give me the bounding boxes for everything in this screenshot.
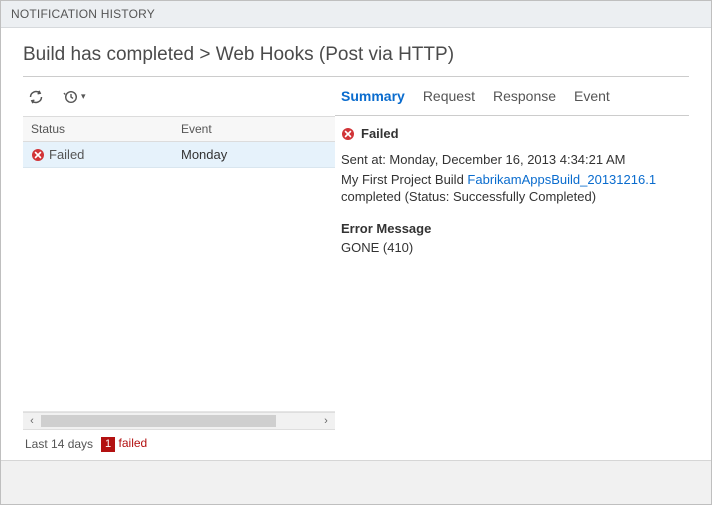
tab-response[interactable]: Response	[493, 80, 556, 112]
horizontal-scrollbar[interactable]: ‹ ›	[23, 412, 335, 430]
history-range-dropdown[interactable]: ▾	[63, 89, 86, 105]
error-icon	[31, 148, 45, 162]
chevron-down-icon: ▾	[81, 91, 86, 102]
build-line: My First Project Build FabrikamAppsBuild…	[341, 171, 683, 206]
window-footer-strip	[1, 460, 711, 504]
detail-tabs: Summary Request Response Event	[335, 76, 689, 116]
refresh-icon[interactable]	[27, 88, 45, 106]
build-link[interactable]: FabrikamAppsBuild_20131216.1	[467, 172, 656, 187]
scroll-thumb[interactable]	[41, 415, 276, 427]
build-prefix: My First Project Build	[341, 172, 467, 187]
grid-header: Status Event	[23, 116, 335, 142]
column-header-event[interactable]: Event	[173, 117, 335, 141]
error-body: GONE (410)	[341, 239, 683, 257]
tab-event[interactable]: Event	[574, 80, 610, 112]
summary-panel: Failed Sent at: Monday, December 16, 201…	[335, 116, 689, 269]
scroll-track[interactable]	[41, 415, 317, 427]
window-title: NOTIFICATION HISTORY	[1, 1, 711, 28]
failed-word: failed	[119, 436, 148, 450]
sent-at-line: Sent at: Monday, December 16, 2013 4:34:…	[341, 151, 683, 169]
list-toolbar: ▾	[23, 76, 335, 116]
range-label: Last 14 days	[25, 437, 93, 451]
error-heading: Error Message	[341, 220, 683, 238]
list-footer: Last 14 days 1 failed	[23, 430, 335, 460]
scroll-right-icon[interactable]: ›	[317, 413, 335, 429]
row-status-text: Failed	[49, 147, 84, 162]
table-row[interactable]: Failed Monday	[23, 142, 335, 168]
tab-request[interactable]: Request	[423, 80, 475, 112]
build-suffix: completed (Status: Successfully Complete…	[341, 189, 596, 204]
error-icon	[341, 127, 355, 141]
detail-pane: Summary Request Response Event Failed Se…	[335, 76, 689, 460]
row-event-text: Monday	[173, 142, 335, 167]
grid-body: Failed Monday	[23, 142, 335, 412]
scroll-left-icon[interactable]: ‹	[23, 413, 41, 429]
column-header-status[interactable]: Status	[23, 117, 173, 141]
failed-count-badge: 1	[101, 437, 115, 452]
history-list-pane: ▾ Status Event Failed	[23, 76, 335, 460]
detail-status-label: Failed	[361, 126, 399, 141]
page-heading: Build has completed > Web Hooks (Post vi…	[1, 28, 711, 76]
tab-summary[interactable]: Summary	[341, 80, 405, 112]
